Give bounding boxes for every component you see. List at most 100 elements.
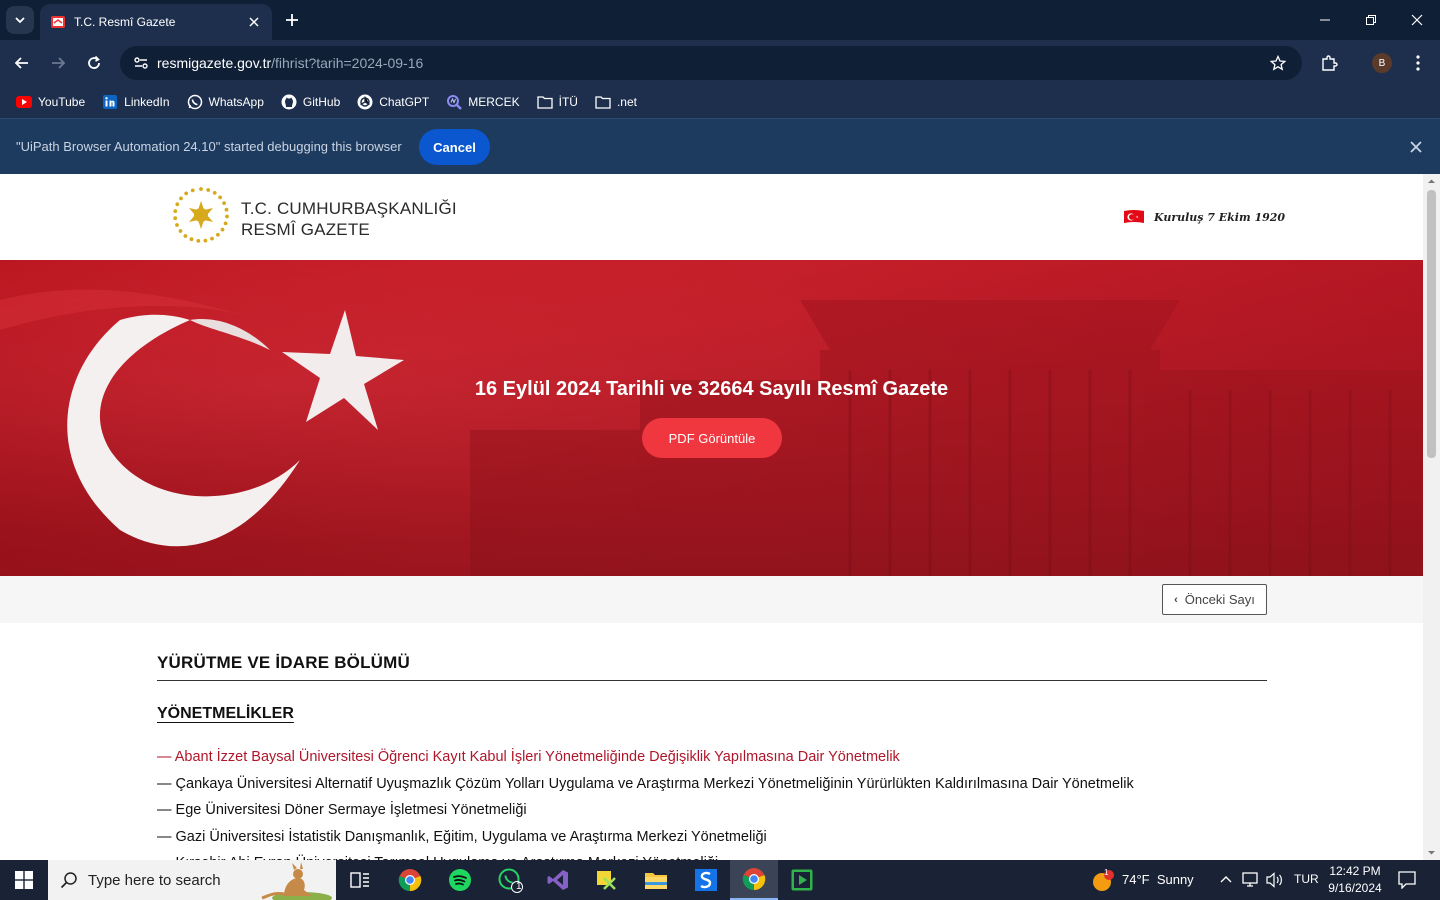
cancel-debugging-button[interactable]: Cancel	[419, 129, 490, 165]
mercek-icon	[446, 94, 463, 110]
forward-button[interactable]	[44, 49, 72, 77]
close-icon	[1411, 14, 1423, 26]
new-tab-button[interactable]	[280, 8, 304, 32]
minimize-icon	[1320, 19, 1330, 21]
bookmark-label: .net	[616, 95, 637, 109]
browser-menu-button[interactable]	[1404, 49, 1432, 77]
close-window-button[interactable]	[1394, 0, 1440, 40]
task-view-button[interactable]	[336, 860, 384, 900]
profile-button[interactable]: B	[1368, 49, 1396, 77]
chrome-icon	[398, 869, 422, 892]
bookmark-label: WhatsApp	[208, 95, 264, 109]
whatsapp-badge: 1	[516, 881, 522, 892]
bookmark-whatsapp[interactable]: WhatsApp	[181, 89, 270, 115]
resmi-gazete-favicon-icon	[51, 16, 65, 28]
bookmark-label: MERCEK	[468, 95, 520, 109]
notes-tool-icon	[597, 871, 616, 890]
system-clock[interactable]: 12:42 PM 9/16/2024	[1320, 863, 1390, 897]
site-info-icon[interactable]	[130, 52, 152, 74]
more-vertical-icon	[1416, 55, 1420, 71]
arrow-right-icon	[52, 57, 66, 69]
bookmark-label: GitHub	[302, 95, 341, 109]
folder-icon	[536, 94, 553, 110]
taskbar-chrome[interactable]	[386, 860, 434, 900]
search-icon	[60, 872, 77, 889]
notifications-icon[interactable]	[1398, 871, 1416, 889]
tab-search-button[interactable]	[6, 6, 34, 34]
regulation-link[interactable]: — Çankaya Üniversitesi Alternatif Uyuşma…	[157, 771, 1267, 798]
weather-text[interactable]: 74°F Sunny	[1122, 872, 1194, 887]
task-view-icon	[350, 872, 369, 888]
regulation-link[interactable]: — Ege Üniversitesi Döner Sermaye İşletme…	[157, 797, 1267, 824]
taskbar-app-s[interactable]	[682, 860, 730, 900]
brand-line-2: RESMÎ GAZETE	[241, 220, 370, 239]
section-divider	[157, 680, 1267, 681]
tab-title: T.C. Resmî Gazete	[74, 15, 176, 29]
chevron-up-icon[interactable]	[1220, 874, 1232, 886]
extensions-button[interactable]	[1315, 49, 1343, 77]
scrollbar-thumb[interactable]	[1427, 190, 1436, 458]
regulation-link[interactable]: — Gazi Üniversitesi İstatistik Danışmanl…	[157, 824, 1267, 851]
chevron-left-icon: ‹	[1174, 593, 1178, 606]
arrow-left-icon	[14, 57, 28, 69]
brand-line-1: T.C. CUMHURBAŞKANLIĞI	[241, 199, 457, 218]
regulation-link[interactable]: — Abant İzzet Baysal Üniversitesi Öğrenc…	[157, 744, 1267, 771]
bookmark-label: LinkedIn	[124, 95, 170, 109]
pdf-view-button[interactable]: PDF Görüntüle	[642, 418, 782, 458]
youtube-icon	[16, 94, 32, 110]
reload-button[interactable]	[80, 49, 108, 77]
section-heading: YÜRÜTME VE İDARE BÖLÜMÜ	[157, 653, 410, 672]
restore-button[interactable]	[1348, 0, 1394, 40]
bookmark-mercek[interactable]: MERCEK	[440, 89, 525, 115]
plus-icon	[286, 14, 298, 26]
whatsapp-icon	[187, 94, 203, 110]
chrome-icon	[742, 868, 766, 891]
scroll-down-icon[interactable]	[1427, 848, 1436, 857]
taskbar-search[interactable]: Type here to search	[48, 860, 336, 900]
gazette-title: 16 Eylül 2024 Tarihli ve 32664 Sayılı Re…	[474, 378, 949, 400]
infobar-close-icon[interactable]	[1408, 139, 1424, 155]
bookmark-youtube[interactable]: YouTube	[10, 89, 91, 115]
browser-title-bar: T.C. Resmî Gazete	[0, 0, 1440, 40]
address-bar[interactable]: resmigazete.gov.tr/fihrist?tarih=2024-09…	[120, 46, 1302, 80]
site-header: T.C. CUMHURBAŞKANLIĞI RESMÎ GAZETE Kurul…	[0, 174, 1423, 260]
taskbar-uipath-assistant[interactable]	[778, 860, 826, 900]
input-language[interactable]: TUR	[1294, 872, 1319, 886]
weather-badge: 1	[1104, 868, 1109, 877]
hero-banner: 16 Eylül 2024 Tarihli ve 32664 Sayılı Re…	[0, 260, 1423, 576]
tab-close-icon[interactable]	[246, 14, 262, 30]
network-icon[interactable]	[1242, 872, 1260, 888]
taskbar-spotify[interactable]	[436, 860, 484, 900]
search-placeholder: Type here to search	[88, 871, 221, 889]
windows-taskbar: Type here to search 1 1 74°F Sunny TUR 1…	[0, 860, 1440, 900]
page-scrollbar[interactable]	[1423, 174, 1440, 860]
previous-issue-button[interactable]: ‹ Önceki Sayı	[1162, 584, 1267, 615]
linkedin-icon	[102, 94, 118, 110]
restore-icon	[1366, 15, 1376, 25]
issue-navigation-bar: ‹ Önceki Sayı	[0, 576, 1423, 623]
bookmark-folder-itu[interactable]: İTÜ	[531, 89, 584, 115]
github-icon	[281, 94, 297, 110]
browser-tab-active[interactable]: T.C. Resmî Gazete	[40, 4, 272, 40]
bookmark-linkedin[interactable]: LinkedIn	[96, 89, 175, 115]
taskbar-whatsapp[interactable]: 1	[486, 860, 534, 900]
bookmark-github[interactable]: GitHub	[275, 89, 346, 115]
start-button[interactable]	[0, 860, 48, 900]
taskbar-visual-studio[interactable]	[534, 860, 582, 900]
bookmark-star-icon[interactable]	[1268, 53, 1288, 73]
bookmark-chatgpt[interactable]: ChatGPT	[351, 89, 435, 115]
taskbar-sticky-tool[interactable]	[582, 860, 630, 900]
site-brand[interactable]: T.C. CUMHURBAŞKANLIĞI RESMÎ GAZETE	[241, 198, 457, 240]
taskbar-file-explorer[interactable]	[632, 860, 680, 900]
regulation-link[interactable]: — Kırşehir Ahi Evran Üniversitesi Tarıms…	[157, 850, 1267, 860]
weather-sun-icon[interactable]	[1092, 870, 1114, 892]
volume-icon[interactable]	[1266, 872, 1284, 888]
url-domain: resmigazete.gov.tr	[157, 55, 272, 71]
minimize-button[interactable]	[1302, 0, 1348, 40]
taskbar-chrome-active[interactable]	[730, 860, 778, 900]
bookmark-label: ChatGPT	[379, 95, 430, 109]
bookmark-folder-net[interactable]: .net	[589, 89, 643, 115]
scroll-up-icon[interactable]	[1427, 177, 1436, 186]
puzzle-icon	[1322, 55, 1338, 71]
back-button[interactable]	[8, 49, 36, 77]
